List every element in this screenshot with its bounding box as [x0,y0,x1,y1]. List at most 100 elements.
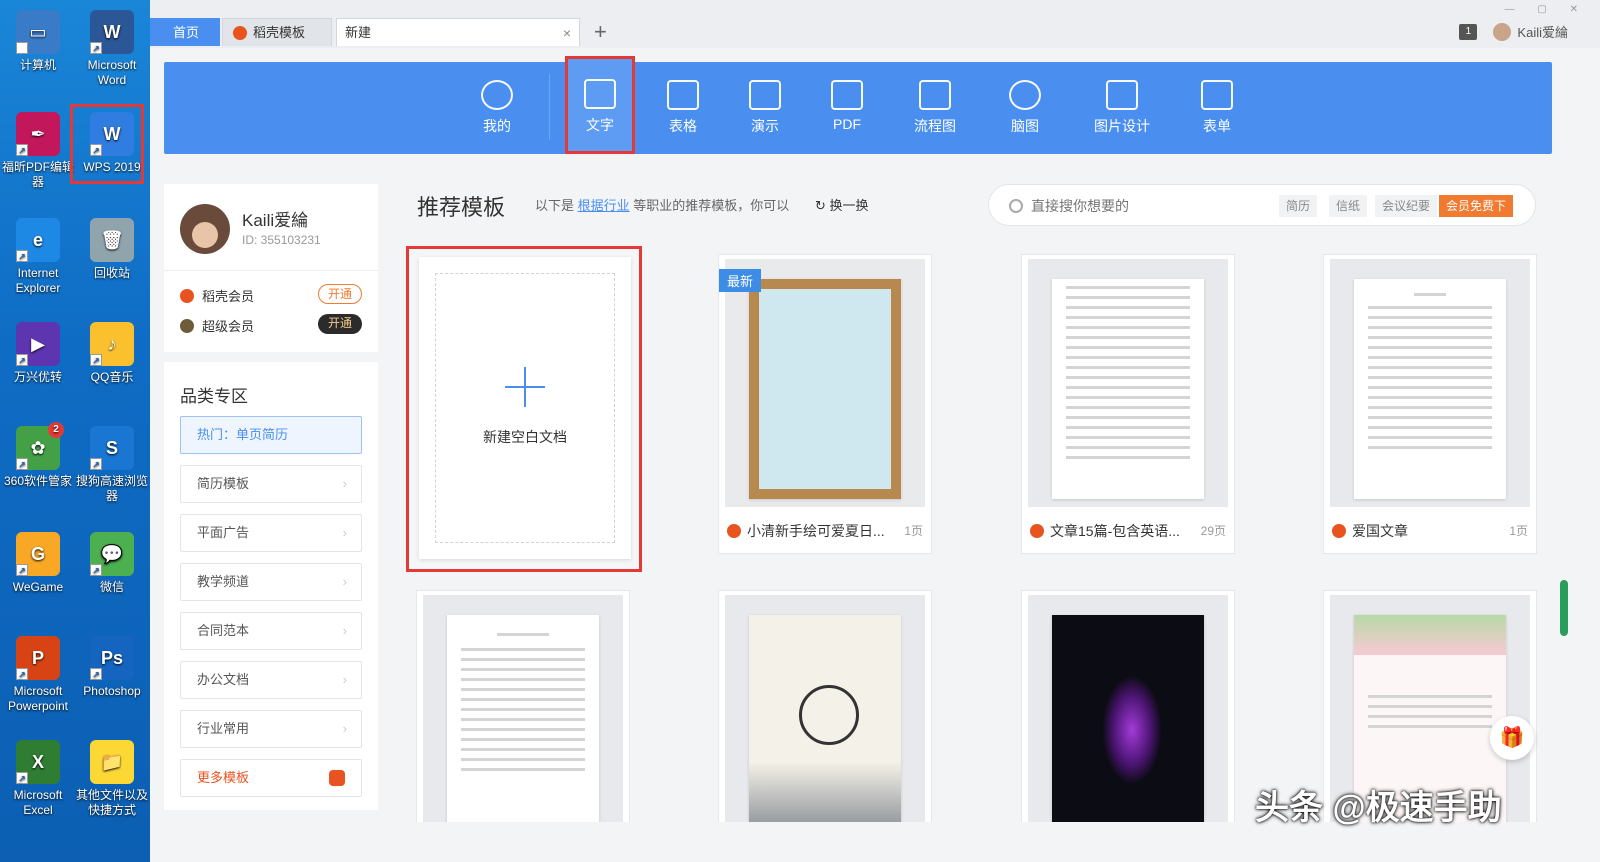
search-tag-minutes[interactable]: 会议纪要 [1375,195,1438,217]
desktop-icon-folder[interactable]: 📁 其他文件以及快捷方式 [74,740,150,818]
category-text[interactable]: 文字 [565,56,635,154]
desktop-icon-powerpoint[interactable]: P ↗ Microsoft Powerpoint [0,636,76,714]
user-name: Kaili爱綸 [242,211,309,230]
qq-music-icon: ♪ ↗ [90,322,134,366]
new-blank-label: 新建空白文档 [483,429,567,445]
document-icon [584,79,616,109]
template-card[interactable]: 最新 小清新手绘可爱夏日... 1页 [718,254,932,554]
sidebar-item-ads[interactable]: 平面广告 › [180,514,362,552]
search-tag-resume[interactable]: 简历 [1279,195,1318,217]
plus-icon [505,367,545,407]
chevron-right-icon: › [342,721,347,736]
flowchart-icon [919,80,951,110]
sidebar-item-contract[interactable]: 合同范本 › [180,612,362,650]
template-card[interactable]: 爱国文章 1页 [1323,254,1537,554]
sidebar-item-resume[interactable]: 简历模板 › [180,465,362,503]
category-pdf[interactable]: PDF [807,62,887,154]
desktop-icon-computer[interactable]: ▭ 计算机 [0,10,76,73]
table-icon [667,80,699,110]
add-tab-button[interactable]: + [594,20,607,44]
tab-home[interactable]: 首页 [150,18,220,46]
desktop-icon-wechat[interactable]: 💬 ↗ 微信 [74,532,150,595]
avatar[interactable] [180,204,230,254]
template-preview [447,615,599,822]
category-mindmap[interactable]: 脑图 [985,62,1065,154]
desktop-icon-360[interactable]: ✿ 2 ↗ 360软件管家 [0,422,76,489]
tab-new[interactable]: 新建 × [336,18,580,46]
sidebar-title: 品类专区 [180,387,248,406]
category-label: 表格 [669,118,697,134]
sidebar-item-label: 办公文档 [197,672,250,687]
template-name: 文章15篇-包含英语... [1050,523,1180,539]
category-sheet[interactable]: 表格 [643,62,723,154]
recommend-desc: 以下是 根据行业 等职业的推荐模板，你可以 [535,195,789,214]
desktop-icon-photoshop[interactable]: Ps ↗ Photoshop [74,636,150,699]
dashed-border [435,273,615,543]
category-form[interactable]: 表单 [1177,62,1257,154]
category-label: PDF [833,116,861,132]
template-card[interactable] [416,590,630,822]
window-controls[interactable]: — ▢ ✕ [1505,4,1588,15]
sidebar-item-teaching[interactable]: 教学频道 › [180,563,362,601]
wps-window: 首页 稻壳模板 新建 × + — ▢ ✕ 1 Kaili爱綸 我的 文字 表格 … [150,0,1600,862]
template-card[interactable] [1021,590,1235,822]
desktop-icon-qqmusic[interactable]: ♪ ↗ QQ音乐 [74,322,150,385]
user-chip[interactable]: 1 Kaili爱綸 [1459,22,1568,41]
template-footer: 文章15篇-包含英语... 29页 [1022,509,1234,553]
template-preview [749,279,901,499]
search-input[interactable] [1031,196,1261,216]
category-image-design[interactable]: 图片设计 [1082,62,1162,154]
desc-text: 等职业的推荐模板，你可以 [633,198,790,213]
category-slides[interactable]: 演示 [725,62,805,154]
category-flowchart[interactable]: 流程图 [895,62,975,154]
desktop-icon-label: WeGame [12,580,64,594]
search-tag-letter[interactable]: 信纸 [1329,195,1368,217]
sidebar-item-office[interactable]: 办公文档 › [180,661,362,699]
chevron-right-icon: › [342,476,347,491]
user-name: Kaili爱綸 [1517,25,1568,40]
close-tab-icon[interactable]: × [563,19,571,47]
template-thumbnail [1028,595,1228,822]
desktop-icon-wegame[interactable]: G ↗ WeGame [0,532,76,595]
form-icon [1201,80,1233,110]
desktop-icon-foxit[interactable]: ✒ ↗ 福昕PDF编辑器 [0,112,76,190]
sidebar-item-more[interactable]: 更多模板 [180,759,362,797]
wegame-icon: G ↗ [16,532,60,576]
new-blank-document[interactable]: 新建空白文档 [406,246,642,572]
sidebar-item-label: 教学频道 [197,574,250,589]
desktop-icon-word[interactable]: W ↗ Microsoft Word [74,10,150,88]
desktop-icon-wanxing[interactable]: ▶ ↗ 万兴优转 [0,322,76,385]
desktop-icon-sogou[interactable]: S ↗ 搜狗高速浏览器 [74,426,150,504]
computer-icon: ▭ [16,10,60,54]
notification-count[interactable]: 1 [1459,23,1478,40]
gift-icon[interactable]: 🎁 [1490,716,1534,760]
search-tag-vip-free[interactable]: 会员免费下 [1439,195,1514,217]
template-card[interactable] [718,590,932,822]
search-icon [1009,199,1023,213]
image-design-icon [1106,80,1138,110]
recycle-bin-icon: 🗑 [90,218,134,262]
desktop-icon-recycle[interactable]: 🗑 回收站 [74,218,150,281]
recommend-title: 推荐模板 [417,195,506,220]
tab-docer[interactable]: 稻壳模板 [222,18,332,46]
super-vip-open-button[interactable]: 开通 [318,314,362,334]
industry-link[interactable]: 根据行业 [578,198,630,213]
vip-label: 稻壳会员 [202,289,255,304]
sidebar-item-hot-resume[interactable]: 热门：单页简历 [180,416,362,454]
template-thumbnail [1028,259,1228,507]
scrollbar[interactable] [1560,580,1568,636]
desktop-icon-label: 其他文件以及快捷方式 [75,788,148,817]
tab-label: 稻壳模板 [253,25,306,40]
desktop-icon-excel[interactable]: X ↗ Microsoft Excel [0,740,76,818]
category-mine[interactable]: 我的 [457,62,537,154]
pdf-icon [831,80,863,110]
category-label: 我的 [483,118,511,134]
desktop-icon-ie[interactable]: e ↗ Internet Explorer [0,218,76,296]
docer-icon [233,26,247,40]
template-preview [1354,279,1506,499]
sidebar-item-industry[interactable]: 行业常用 › [180,710,362,748]
template-card[interactable]: 文章15篇-包含英语... 29页 [1021,254,1235,554]
docer-vip-open-button[interactable]: 开通 [318,284,362,304]
refresh-button[interactable]: ↻ 换一换 [815,195,869,214]
presentation-icon [749,80,781,110]
